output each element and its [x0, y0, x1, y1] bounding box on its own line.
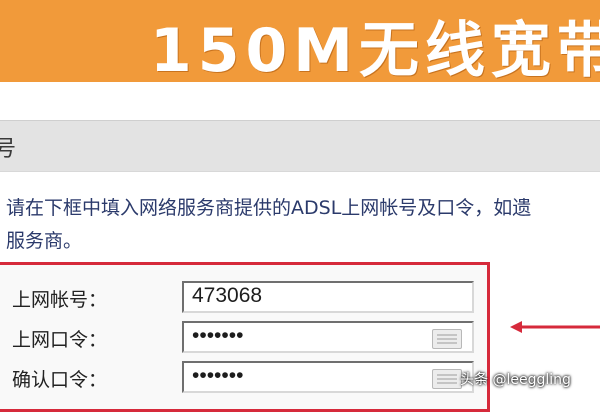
form-row-confirm-password: 确认口令： ••••••• [0, 359, 490, 399]
keyboard-icon[interactable] [432, 369, 462, 389]
confirm-password-value: ••••••• [192, 364, 244, 387]
password-label: 上网口令： [12, 329, 108, 351]
banner-title: 150M无线宽带 [150, 16, 600, 83]
header-banner: 150M无线宽带 [0, 0, 600, 83]
watermark: 头条 @leeggling [460, 372, 571, 388]
account-form-highlight: 上网帐号： 473068 上网口令： ••••••• 确认口令： ••••••• [0, 262, 490, 412]
keyboard-icon[interactable] [432, 329, 462, 349]
instruction-line-2: 服务商。 [6, 230, 83, 252]
confirm-password-label: 确认口令： [12, 369, 108, 391]
password-input[interactable]: ••••••• [182, 321, 474, 353]
confirm-password-input[interactable]: ••••••• [182, 361, 474, 393]
section-title: 号 [0, 137, 17, 162]
pointer-arrow-icon [510, 321, 600, 333]
account-input[interactable]: 473068 [182, 281, 474, 313]
account-label: 上网帐号： [12, 289, 108, 311]
banner-spacer [0, 82, 600, 120]
instruction-text: 请在下框中填入网络服务商提供的ADSL上网帐号及口令，如遗 服务商。 [6, 192, 600, 258]
form-row-password: 上网口令： ••••••• [0, 319, 490, 359]
section-header: 号 [0, 120, 600, 172]
form-row-account: 上网帐号： 473068 [0, 279, 490, 319]
password-value: ••••••• [192, 324, 244, 347]
instruction-line-1: 请在下框中填入网络服务商提供的ADSL上网帐号及口令，如遗 [6, 197, 532, 219]
